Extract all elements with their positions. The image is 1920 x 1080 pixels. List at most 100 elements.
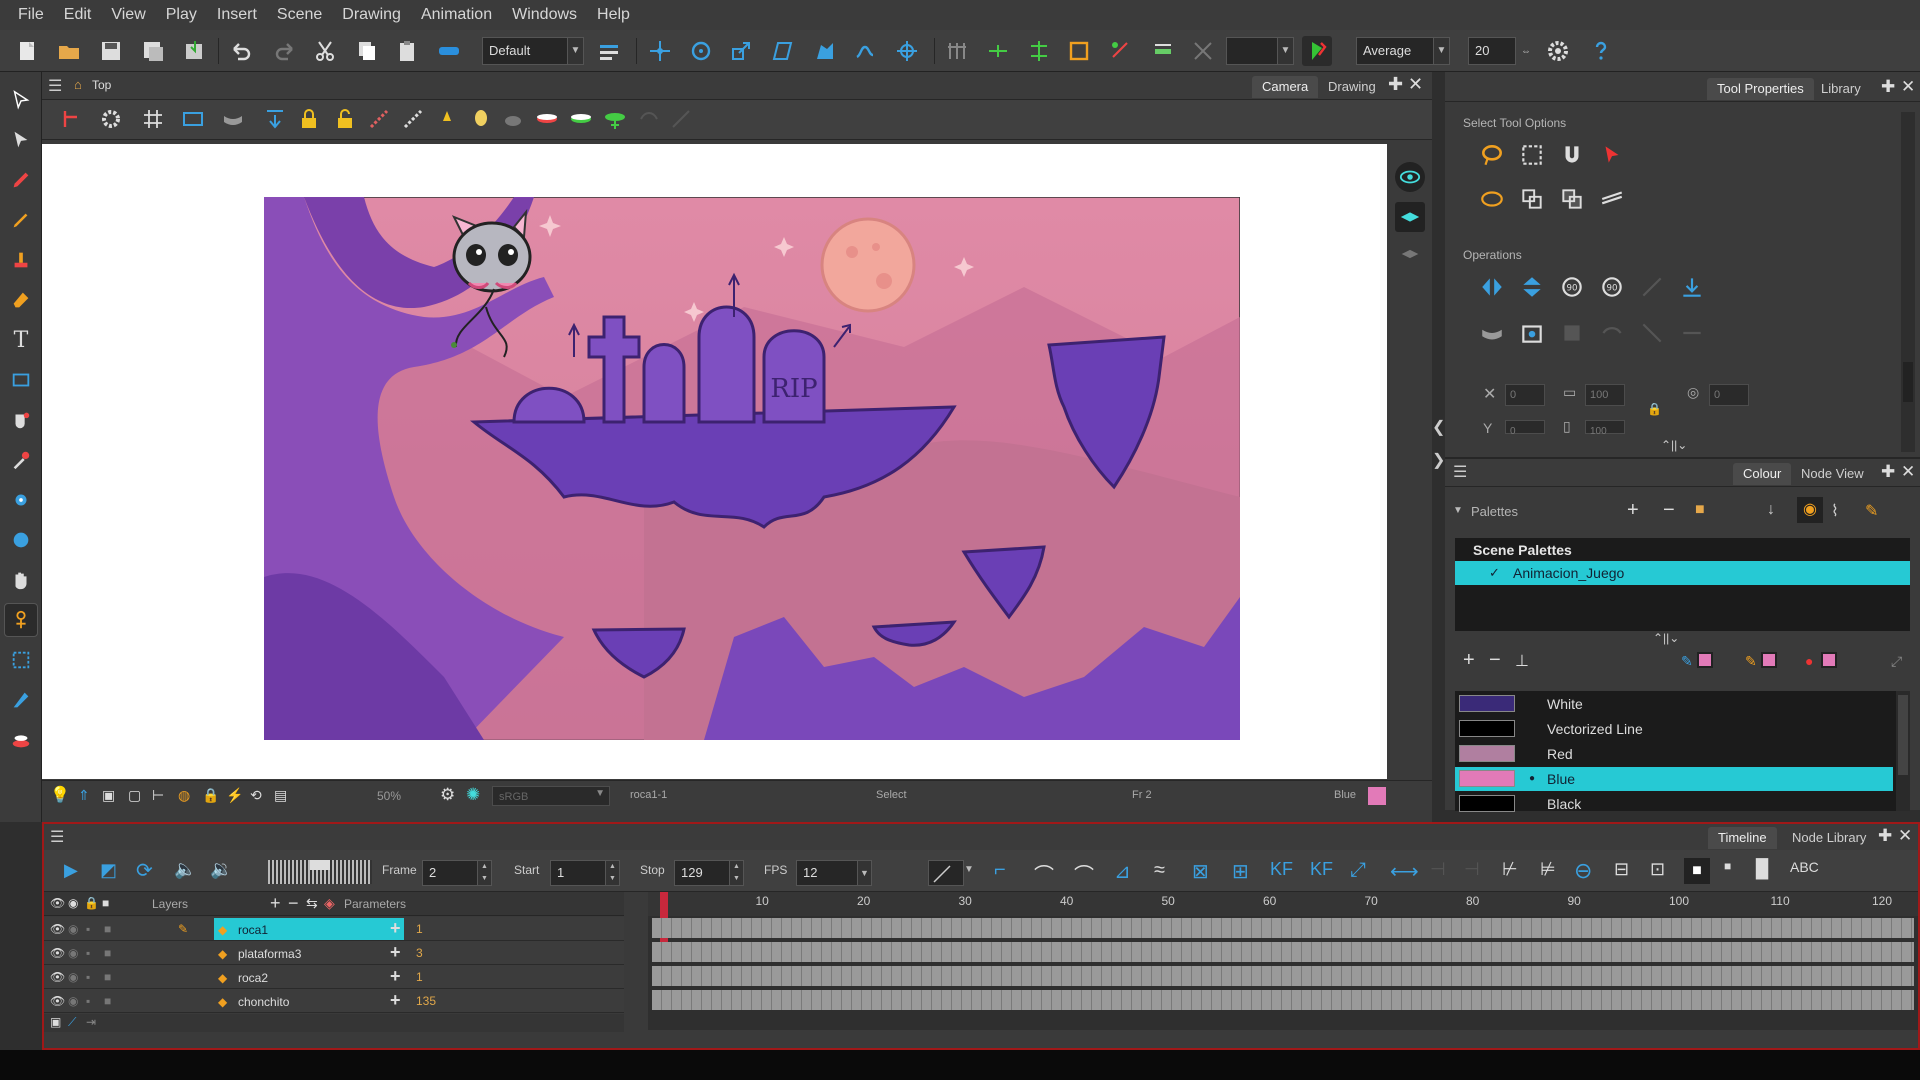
colour-swatch[interactable] [1459,720,1515,737]
pivot-tool-icon[interactable] [5,484,37,516]
line-visibility-icon[interactable] [398,104,428,134]
paint-tool-icon[interactable] [5,404,37,436]
colour-row[interactable]: Red [1455,742,1893,766]
menu-scene[interactable]: Scene [267,6,332,24]
insert-frame-icon[interactable]: ⊬ [1502,859,1518,880]
stop-motion-icon[interactable]: ⌒ [1074,859,1094,888]
colour-list-scrollbar[interactable] [1896,691,1910,811]
colour-swatch-combo[interactable]: ▼ [1226,37,1294,65]
split-icon[interactable]: ⊡ [1650,859,1665,880]
zoom-level[interactable]: 50% [377,789,401,803]
add-palette-icon[interactable]: + [1627,499,1639,522]
frame-row[interactable] [652,966,1914,986]
navigate-icon[interactable]: ⇑ [78,787,90,804]
all-enabled-icon[interactable]: ◉ [68,896,78,910]
transform-tool-icon[interactable] [810,36,840,66]
add-timeline-view-icon[interactable]: ✚ [1878,826,1892,846]
apply-to-icon[interactable] [1477,184,1507,214]
frames-area[interactable]: 10 20 30 40 50 60 70 80 90 100 110 120 [648,892,1918,1030]
lines-icon[interactable] [1597,184,1627,214]
layer-enable-icon[interactable]: ◉ [68,989,78,1013]
animate-mode-icon[interactable] [56,104,86,134]
rectangle-tool-icon[interactable] [5,364,37,396]
disabled-tl-icon-1[interactable]: ⊣ [1430,859,1446,880]
stack-icon[interactable] [498,104,528,134]
remove-kf-icon[interactable]: KF [1310,859,1333,880]
palettes-collapse-icon[interactable]: ▼ [1453,505,1463,516]
fps-field[interactable]: 12 ▼ [796,860,872,886]
disabled-tl-icon-2[interactable]: ⊣ [1464,859,1480,880]
disabled-op-icon-3[interactable] [1677,318,1707,348]
menu-drawing[interactable]: Drawing [332,6,411,24]
toggle-onion-icon[interactable]: ■ [1684,858,1710,884]
motion-path-icon[interactable]: ⌒ [1034,859,1054,888]
tab-library[interactable]: Library [1811,78,1871,100]
reset-view-icon[interactable]: ⟲ [250,787,262,804]
bring-to-front-icon[interactable] [1677,272,1707,302]
paint-colour-icon[interactable]: ● [1805,653,1813,669]
layer-visible-icon[interactable]: 👁 [50,965,65,989]
select-all-icon[interactable] [1557,184,1587,214]
view-menu-icon[interactable]: ☰ [48,76,62,96]
disabled-op-icon-1[interactable] [1597,318,1627,348]
unlock-icon[interactable] [330,104,360,134]
interpolation-icon[interactable]: ≈ [1154,859,1165,882]
all-visible-icon[interactable]: 👁 [50,896,65,910]
copy-icon[interactable] [352,36,382,66]
hold-icon[interactable]: ⟷ [1390,859,1419,884]
paste-icon[interactable] [392,36,422,66]
collapse-right-icon[interactable]: ❯ [1432,450,1446,480]
close-panel-icon[interactable]: ✕ [1901,77,1915,97]
layer-enable-icon[interactable]: ◉ [68,941,78,965]
close-timeline-icon[interactable]: ✕ [1898,826,1912,846]
select-tool-icon[interactable] [5,84,37,116]
current-colour-swatch[interactable] [1368,787,1386,805]
stamp-tool-icon[interactable] [5,244,37,276]
colour-swatch[interactable] [1459,745,1515,762]
pencil-tool-icon[interactable] [5,204,37,236]
morph-tool-icon[interactable] [5,524,37,556]
colour-row[interactable]: White [1455,692,1893,716]
bone-icon[interactable] [1148,36,1178,66]
x-field[interactable]: 0 [1505,384,1545,406]
colour-row[interactable]: Black [1455,792,1893,816]
create-colour-art-icon[interactable] [1517,318,1547,348]
lock-all-icon[interactable] [294,104,324,134]
colour-swatch[interactable] [1459,695,1515,712]
palette-down-icon[interactable]: ↓ [1767,501,1775,519]
layer-lock-icon[interactable]: ▪ [86,965,90,989]
deform-disabled-icon[interactable] [634,104,664,134]
add-view-icon[interactable]: ✚ [1388,74,1403,95]
remove-frame-icon[interactable]: ⊭ [1540,859,1556,880]
layer-row[interactable]: 👁 ◉ ▪ ■ ◆ roca2 +1 [44,965,624,989]
palette-browser-icon[interactable]: ⌇ [1831,501,1839,521]
layer-lock-icon[interactable]: ▪ [86,941,90,965]
layer-stack-icon[interactable] [1395,202,1425,232]
flip-vertical-icon[interactable] [1517,272,1547,302]
link-colours-icon[interactable]: ⤢ [1891,653,1902,670]
layer-row[interactable]: 👁 ◉ ▪ ■ ◆ chonchito +135 [44,989,624,1013]
frame-field[interactable]: 2 ▲ ▼ [422,860,492,886]
crop-icon[interactable]: ⊢ [152,787,164,804]
menu-insert[interactable]: Insert [207,6,267,24]
menu-windows[interactable]: Windows [502,6,587,24]
drawing-key-icon[interactable]: ⊿ [1114,859,1131,884]
select-by-colour-icon[interactable] [1597,140,1627,170]
colour-row[interactable]: ● Blue [1455,767,1893,791]
layer-green-plus-icon[interactable] [600,104,630,134]
sound-scrub-icon[interactable]: 🔉 [210,859,232,880]
camera-stage[interactable]: RIP [42,144,1387,779]
bone-disabled-icon[interactable] [666,104,696,134]
brush-tool-icon[interactable] [5,164,37,196]
white-square-icon[interactable]: ▉ [1756,859,1770,880]
light-table-icon[interactable] [432,104,462,134]
spline-offset-icon[interactable] [892,36,922,66]
select-strokes-icon[interactable] [1517,184,1547,214]
rigging-tool-icon[interactable] [4,603,38,637]
menu-play[interactable]: Play [156,6,207,24]
angle-field[interactable]: 0 [1709,384,1749,406]
menu-help[interactable]: Help [587,6,640,24]
colour-panel-menu-icon[interactable]: ☰ [1453,462,1467,482]
expand-layer-icon[interactable]: + [390,989,401,1011]
add-colour-panel-icon[interactable]: ✚ [1881,462,1895,482]
